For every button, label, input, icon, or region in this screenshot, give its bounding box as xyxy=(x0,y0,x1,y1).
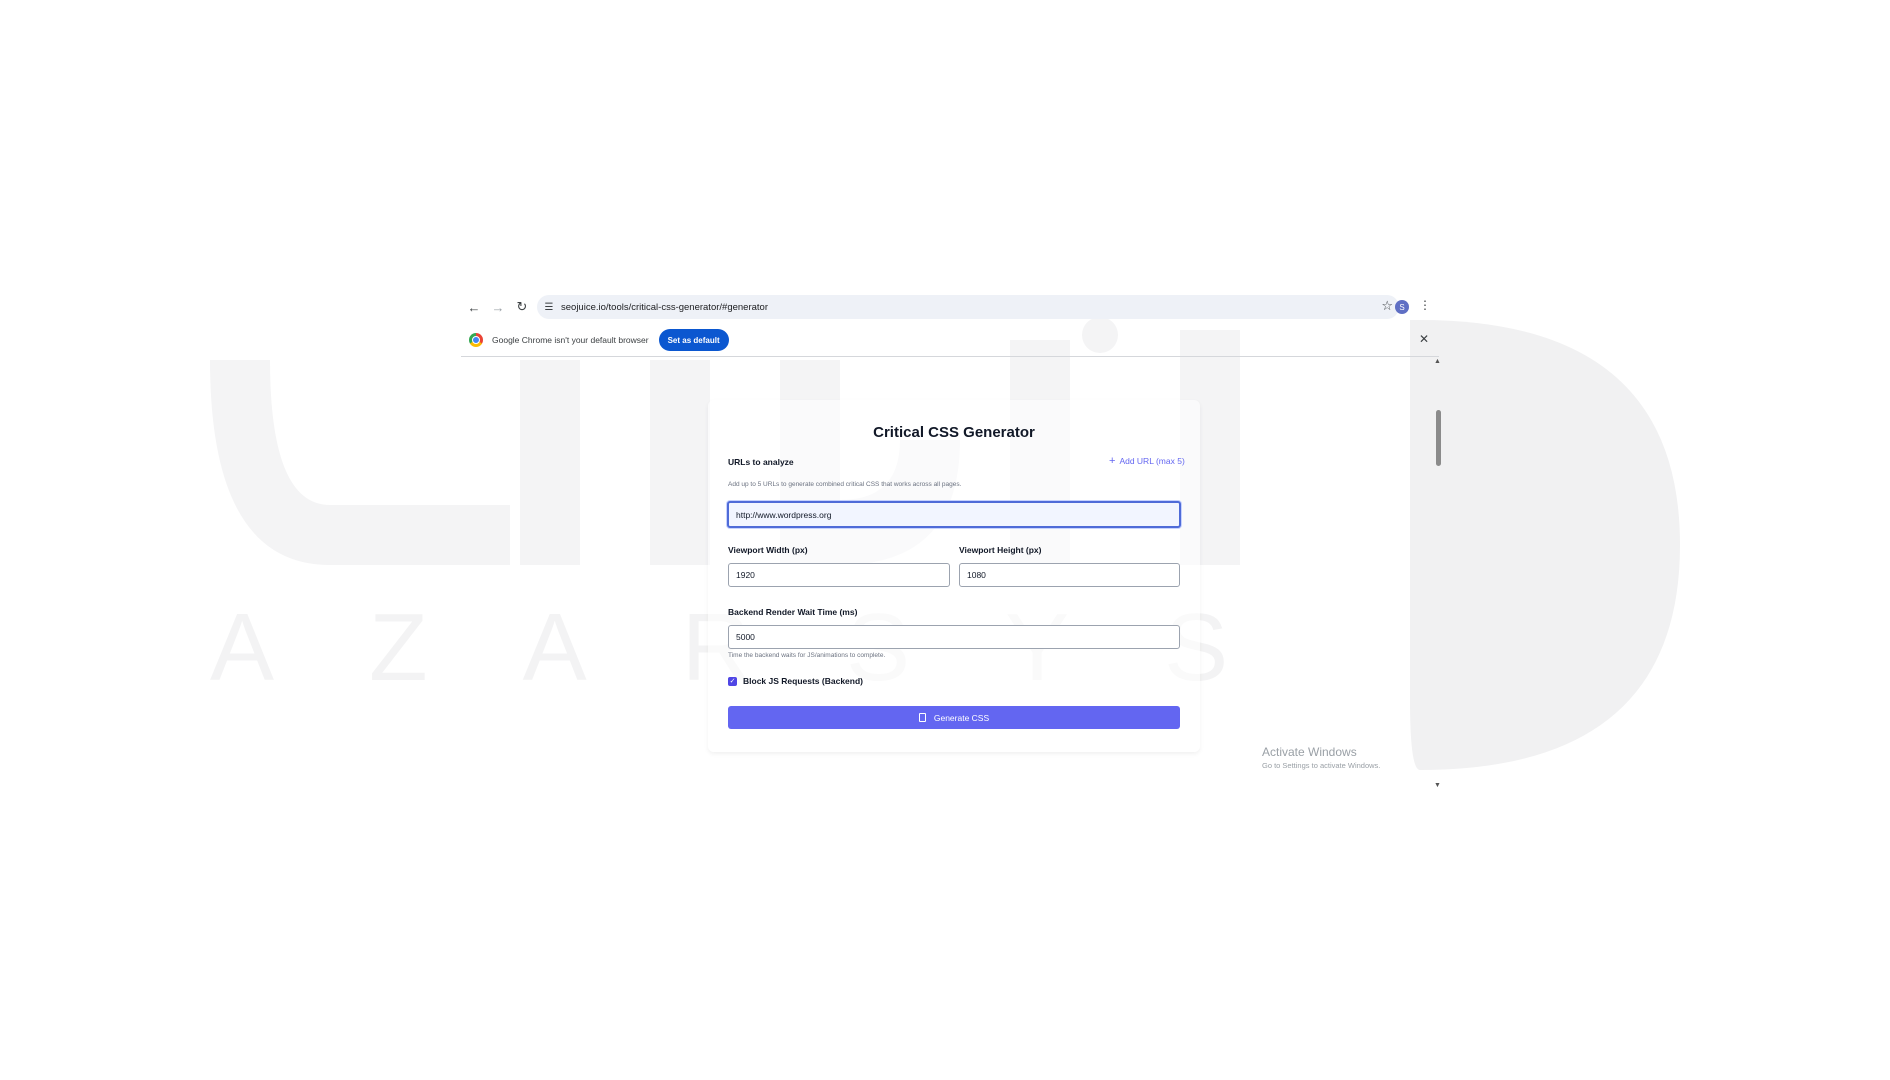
site-settings-icon[interactable]: ☰ xyxy=(537,302,561,313)
bookmark-star-icon[interactable]: ☆ xyxy=(1381,298,1393,314)
scroll-down-arrow-icon[interactable]: ▼ xyxy=(1434,782,1441,789)
viewport-height-input[interactable] xyxy=(959,563,1180,587)
block-js-checkbox[interactable]: ✓ xyxy=(728,676,737,686)
address-url[interactable]: seojuice.io/tools/critical-css-generator… xyxy=(561,302,768,313)
wait-time-help-text: Time the backend waits for JS/animations… xyxy=(728,652,886,659)
block-js-label[interactable]: Block JS Requests (Backend) xyxy=(743,676,863,686)
viewport-width-label: Viewport Width (px) xyxy=(728,545,808,555)
close-icon[interactable]: ✕ xyxy=(1419,332,1429,346)
urls-label: URLs to analyze xyxy=(728,457,794,467)
back-icon[interactable]: ← xyxy=(463,296,485,318)
viewport-width-input[interactable] xyxy=(728,563,950,587)
activate-windows-subtitle: Go to Settings to activate Windows. xyxy=(1262,761,1381,770)
scrollbar-thumb[interactable] xyxy=(1436,410,1441,466)
plus-icon: + xyxy=(1109,455,1116,467)
chrome-logo-icon xyxy=(469,333,483,347)
browser-window: ← → ↻ ☰ seojuice.io/tools/critical-css-g… xyxy=(461,292,1441,792)
profile-avatar[interactable]: S xyxy=(1395,300,1409,314)
default-browser-infobar: Google Chrome isn't your default browser… xyxy=(461,324,1439,357)
screenshot: AZARSYS ← → ↻ ☰ seojuice.io/tools/critic… xyxy=(0,0,1890,1080)
document-icon xyxy=(918,713,926,722)
infobar-message: Google Chrome isn't your default browser xyxy=(492,335,649,345)
generator-card: Critical CSS Generator URLs to analyze +… xyxy=(708,400,1200,752)
activate-windows-notice: Activate Windows Go to Settings to activ… xyxy=(1262,745,1380,770)
browser-toolbar: ← → ↻ ☰ seojuice.io/tools/critical-css-g… xyxy=(461,292,1439,322)
address-bar[interactable]: ☰ seojuice.io/tools/critical-css-generat… xyxy=(537,295,1399,319)
activate-windows-title: Activate Windows xyxy=(1262,745,1357,759)
reload-icon[interactable]: ↻ xyxy=(511,296,533,318)
generate-css-button[interactable]: Generate CSS xyxy=(728,706,1180,729)
add-url-label: Add URL (max 5) xyxy=(1119,456,1185,466)
scroll-up-arrow-icon[interactable]: ▲ xyxy=(1434,358,1441,365)
wait-time-input[interactable] xyxy=(728,625,1180,649)
viewport-height-label: Viewport Height (px) xyxy=(959,545,1042,555)
generate-css-label: Generate CSS xyxy=(933,712,990,723)
menu-kebab-icon[interactable]: ⋮ xyxy=(1419,298,1431,312)
forward-icon[interactable]: → xyxy=(487,296,509,318)
block-js-option[interactable]: ✓ Block JS Requests (Backend) xyxy=(728,676,863,686)
add-url-button[interactable]: + Add URL (max 5) xyxy=(1109,455,1185,467)
page-title: Critical CSS Generator xyxy=(873,424,1035,441)
set-as-default-button[interactable]: Set as default xyxy=(658,329,729,351)
wait-time-label: Backend Render Wait Time (ms) xyxy=(728,607,858,617)
urls-help-text: Add up to 5 URLs to generate combined cr… xyxy=(728,481,962,488)
url-input[interactable] xyxy=(727,501,1181,528)
